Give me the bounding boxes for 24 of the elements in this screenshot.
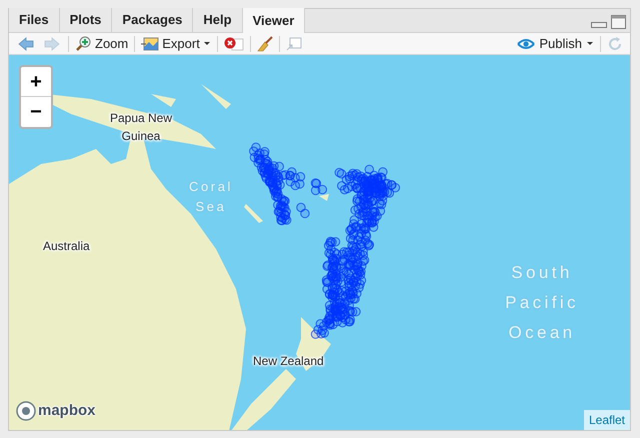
water-label: Coral Sea — [188, 178, 234, 216]
map-pin-icon — [16, 400, 36, 421]
zoom-button[interactable]: Zoom — [72, 34, 132, 54]
picture-icon — [141, 36, 160, 50]
minimize-icon[interactable] — [591, 20, 607, 28]
tab[interactable]: Help — [193, 8, 243, 32]
mapbox-logo[interactable]: mapbox — [16, 400, 96, 422]
tab[interactable]: Files — [9, 8, 60, 32]
caret-icon — [202, 41, 211, 46]
tab[interactable]: Viewer — [242, 8, 306, 33]
logo-text: mapbox — [38, 400, 96, 420]
eye-icon — [517, 38, 536, 50]
tab[interactable]: Plots — [60, 8, 112, 32]
tab[interactable]: Packages — [112, 8, 194, 32]
water-label: South Pacific Ocean — [504, 262, 580, 344]
maximize-icon[interactable] — [611, 15, 626, 29]
export-button[interactable]: Export — [138, 34, 214, 54]
zoom-out-button[interactable]: − — [21, 97, 51, 127]
leaflet-link[interactable]: Leaflet — [584, 410, 630, 430]
zoom-icon — [75, 36, 91, 52]
place-label: Australia — [43, 238, 90, 255]
zoom-in-button[interactable]: + — [21, 67, 51, 97]
publish-button[interactable]: Publish — [514, 34, 597, 54]
caret-icon — [586, 41, 594, 46]
